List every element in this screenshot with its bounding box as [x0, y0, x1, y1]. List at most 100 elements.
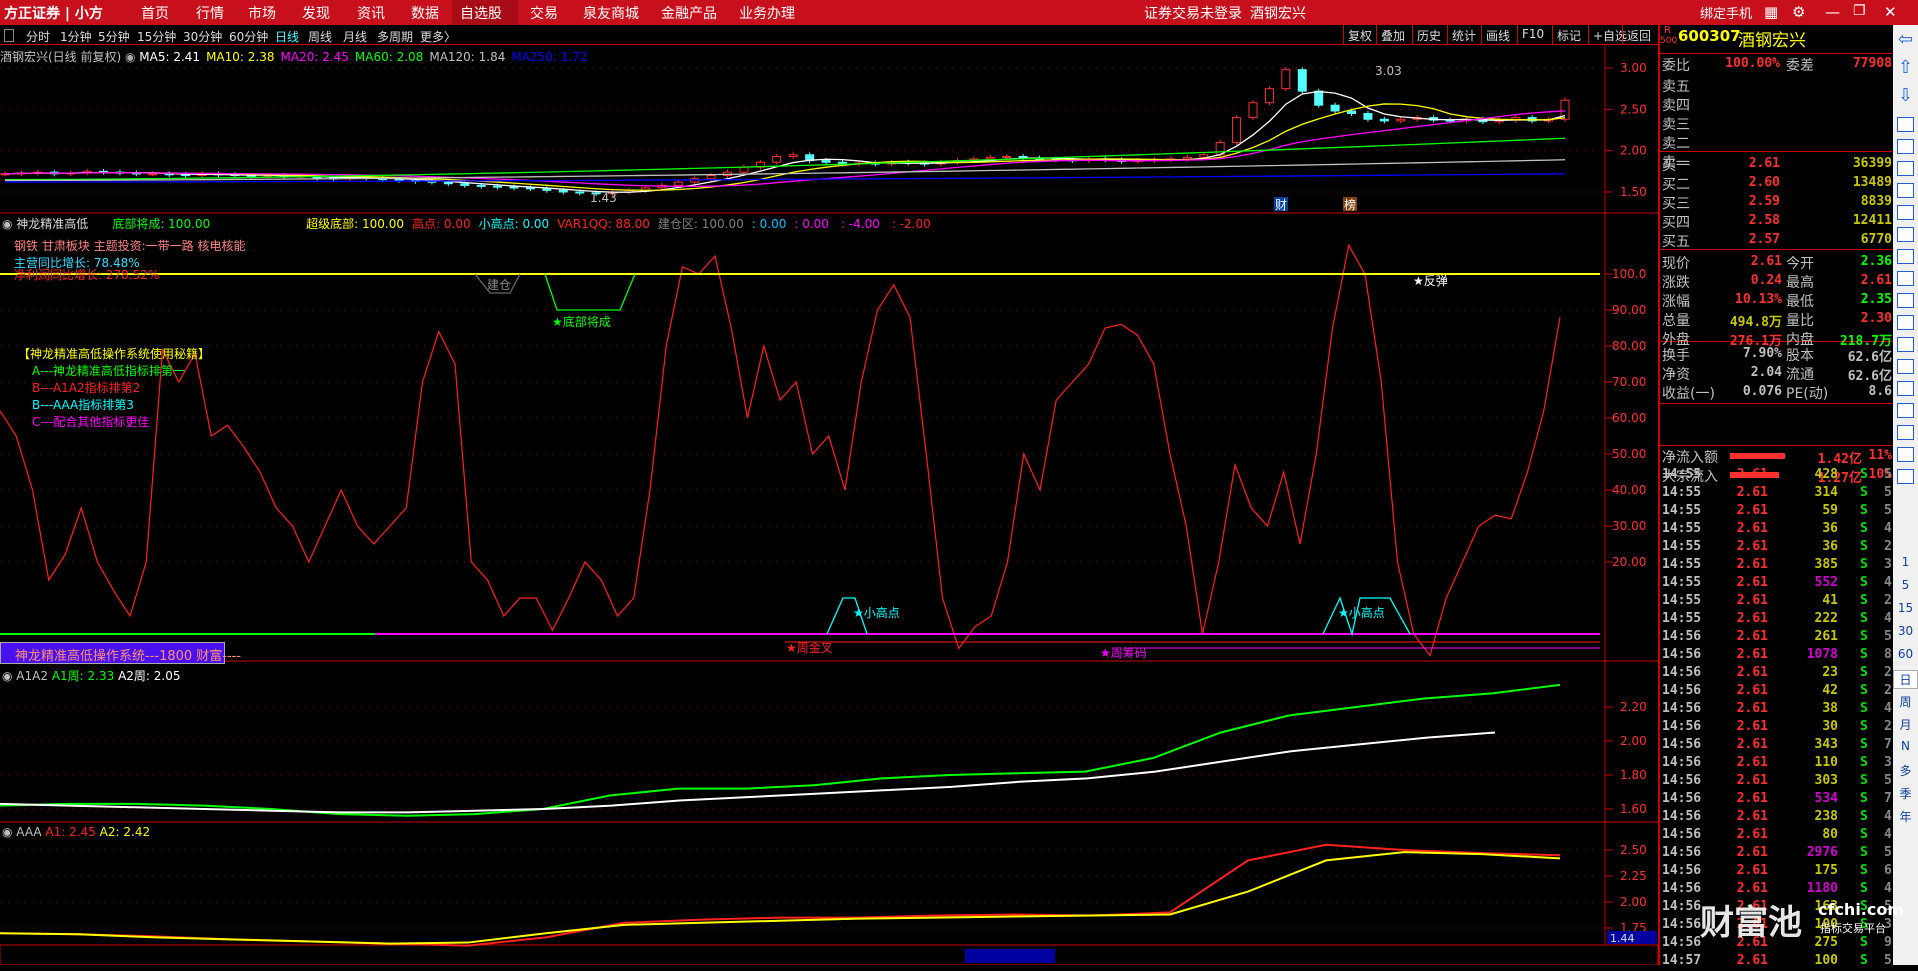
- ind1-toggle-icon[interactable]: ◉: [2, 217, 16, 231]
- tick-cell: 14:55: [1662, 503, 1702, 518]
- side-period-button[interactable]: 30: [1893, 624, 1918, 638]
- side-period-button[interactable]: 1: [1893, 555, 1918, 569]
- candle: [1363, 112, 1373, 120]
- ma-value: MA5: 2.41: [139, 50, 201, 64]
- side-period-button[interactable]: 5: [1893, 578, 1918, 592]
- panel-toggle-icon[interactable]: [4, 29, 14, 42]
- login-status[interactable]: 证券交易未登录: [1144, 3, 1242, 23]
- side-period-button[interactable]: 月: [1893, 716, 1918, 733]
- tool-icon[interactable]: [1897, 359, 1914, 374]
- side-period-button[interactable]: N: [1893, 739, 1918, 753]
- period-tab[interactable]: 60分钟: [229, 28, 268, 45]
- period-tab[interactable]: 30分钟: [183, 28, 222, 45]
- tool-icon[interactable]: [1897, 249, 1914, 264]
- stat-value: 2.36: [1860, 254, 1892, 269]
- candle: [476, 184, 486, 187]
- up-arrow-icon[interactable]: ⇧: [1893, 57, 1918, 78]
- tick-cell: 428: [1814, 467, 1838, 482]
- toolbar-button[interactable]: 统计: [1447, 25, 1480, 45]
- tool-icon[interactable]: [1897, 183, 1914, 198]
- axis-label: 90.00: [1612, 303, 1646, 317]
- side-period-button[interactable]: 年: [1893, 808, 1918, 825]
- tool-icon[interactable]: [1897, 161, 1914, 176]
- layout-icon[interactable]: ▦: [1764, 3, 1778, 21]
- tick-cell: 1180: [1806, 881, 1838, 896]
- restore-icon[interactable]: ❐: [1853, 3, 1866, 19]
- fund-label: 流通: [1786, 367, 1814, 383]
- tick-cell: 2: [1884, 539, 1892, 554]
- candle: [575, 191, 585, 194]
- period-tab[interactable]: 日线: [275, 28, 299, 45]
- nav-item[interactable]: 首页: [141, 3, 169, 23]
- period-tab[interactable]: 月线: [343, 28, 367, 45]
- tool-icon[interactable]: [1897, 447, 1914, 462]
- nav-item[interactable]: 泉友商城: [583, 3, 639, 23]
- bind-phone-button[interactable]: 绑定手机: [1700, 3, 1752, 22]
- nav-item[interactable]: 行情: [196, 3, 224, 23]
- tool-icon[interactable]: [1897, 315, 1914, 330]
- week-cross-label: ★周金叉: [786, 640, 833, 655]
- back-arrow-icon[interactable]: ⇦: [1893, 29, 1918, 50]
- period-tab[interactable]: 更多〉: [420, 28, 456, 45]
- system-banner[interactable]: 神龙精准高低操作系统---1800 财富----: [0, 642, 241, 664]
- candle: [493, 185, 503, 188]
- tool-icon[interactable]: [1897, 337, 1914, 352]
- nav-item[interactable]: 数据: [411, 3, 439, 23]
- tool-icon[interactable]: [1897, 425, 1914, 440]
- tick-row: 14:56 2.61 30 S 2: [1660, 719, 1895, 737]
- tick-cell: 14:55: [1662, 467, 1702, 482]
- tick-cell: S: [1860, 863, 1868, 878]
- down-arrow-icon[interactable]: ⇩: [1893, 85, 1918, 106]
- toolbar-button[interactable]: 画线: [1481, 25, 1514, 45]
- period-tab[interactable]: 5分钟: [98, 28, 130, 45]
- tool-icon[interactable]: [1897, 117, 1914, 132]
- nav-item[interactable]: 资讯: [357, 3, 385, 23]
- tick-cell: 261: [1814, 629, 1838, 644]
- nav-item[interactable]: 发现: [302, 3, 330, 23]
- tick-cell: 2976: [1806, 845, 1838, 860]
- tool-icon[interactable]: [1897, 271, 1914, 286]
- stat-label: 最高: [1786, 275, 1814, 291]
- toolbar-button[interactable]: F10: [1517, 25, 1548, 45]
- chart-area[interactable]: 3.00 2.50 2.00 1.50 100.0 90.00 80.00 70.00 60.0…: [0, 45, 1658, 965]
- tool-icon[interactable]: [1897, 381, 1914, 396]
- side-period-button[interactable]: 日: [1893, 670, 1918, 689]
- minimize-icon[interactable]: —: [1825, 3, 1840, 21]
- tool-icon[interactable]: [1897, 139, 1914, 154]
- buy-price: 2.60: [1748, 175, 1780, 190]
- side-period-button[interactable]: 周: [1893, 693, 1918, 710]
- settings-gear-icon[interactable]: ⚙: [1792, 3, 1805, 21]
- period-tab[interactable]: 1分钟: [60, 28, 92, 45]
- side-period-button[interactable]: 60: [1893, 647, 1918, 661]
- nav-item[interactable]: 交易: [530, 3, 558, 23]
- tool-icon[interactable]: [1897, 227, 1914, 242]
- close-icon[interactable]: ✕: [1884, 3, 1897, 21]
- toolbar-button[interactable]: 复权: [1343, 25, 1376, 45]
- tick-cell: S: [1860, 539, 1868, 554]
- period-tab[interactable]: 周线: [308, 28, 332, 45]
- toolbar-button[interactable]: 标记: [1552, 25, 1585, 45]
- period-tab[interactable]: 15分钟: [137, 28, 176, 45]
- axis-label: 40.00: [1612, 483, 1646, 497]
- ind3-toggle-icon[interactable]: ◉: [2, 825, 16, 839]
- toolbar-button[interactable]: 叠加: [1376, 25, 1409, 45]
- tool-icon[interactable]: [1897, 205, 1914, 220]
- nav-item[interactable]: 市场: [248, 3, 276, 23]
- side-period-button[interactable]: 季: [1893, 785, 1918, 802]
- side-period-button[interactable]: 15: [1893, 601, 1918, 615]
- ind2-toggle-icon[interactable]: ◉: [2, 669, 16, 683]
- period-tab[interactable]: 多周期: [377, 28, 413, 45]
- legend-toggle-icon[interactable]: ◉: [121, 50, 139, 64]
- tool-icon[interactable]: [1897, 469, 1914, 484]
- toolbar-button[interactable]: 历史: [1412, 25, 1445, 45]
- tool-icon[interactable]: [1897, 403, 1914, 418]
- tool-icon[interactable]: [1897, 293, 1914, 308]
- nav-item[interactable]: 金融产品: [661, 3, 717, 23]
- tick-cell: 2.61: [1736, 737, 1768, 752]
- nav-item[interactable]: 自选股: [460, 3, 502, 23]
- period-tab[interactable]: 分时: [26, 28, 50, 45]
- side-period-button[interactable]: 多: [1893, 762, 1918, 779]
- nav-item[interactable]: 业务办理: [739, 3, 795, 23]
- toolbar-button[interactable]: 返回: [1622, 25, 1655, 45]
- stat-label: 今开: [1786, 256, 1814, 272]
